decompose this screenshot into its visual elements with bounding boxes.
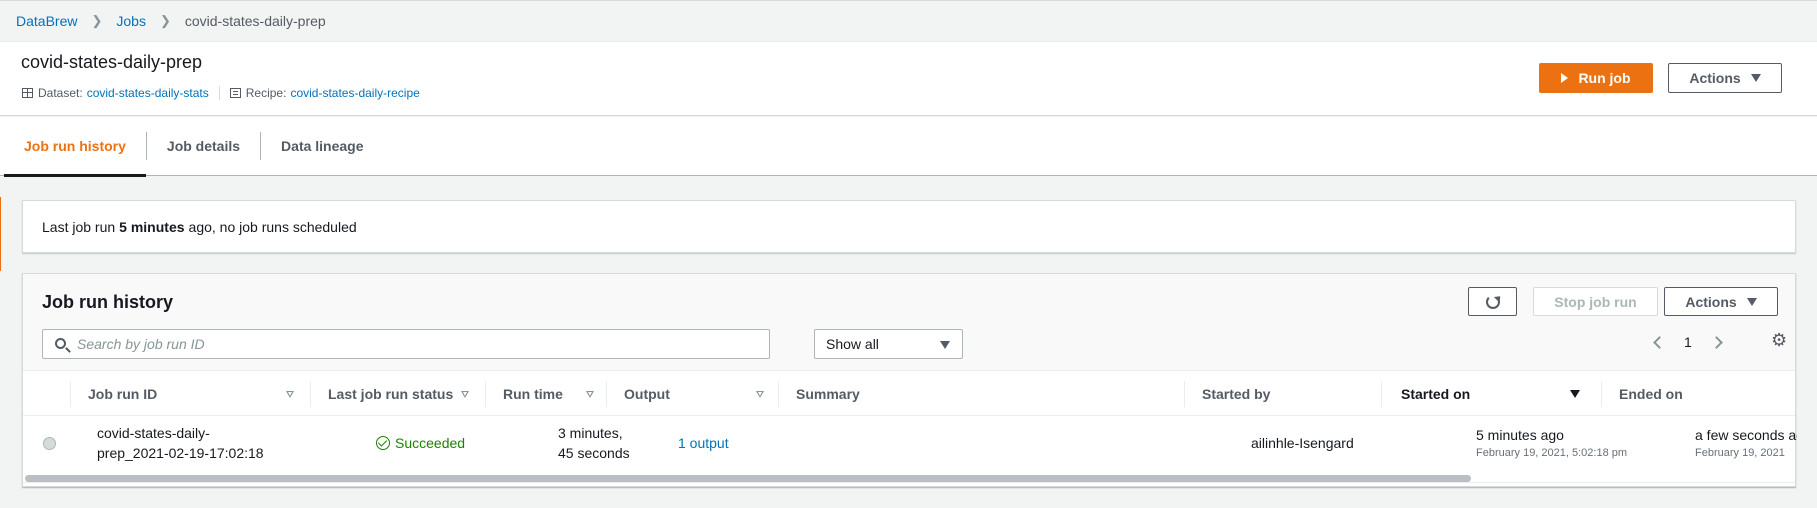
play-icon xyxy=(1561,73,1569,83)
caret-down-icon xyxy=(1750,74,1761,82)
output-link[interactable]: 1 output xyxy=(678,433,729,453)
filter-value: Show all xyxy=(826,336,879,352)
next-page-icon[interactable] xyxy=(1709,335,1723,349)
refresh-button[interactable] xyxy=(1468,287,1517,316)
page-number[interactable]: 1 xyxy=(1684,334,1692,350)
success-icon xyxy=(376,436,390,450)
meta-divider xyxy=(218,86,220,100)
row-select[interactable] xyxy=(43,416,56,470)
search-icon xyxy=(55,338,66,349)
column-label: Job run ID xyxy=(88,386,158,402)
radio-button[interactable] xyxy=(43,436,56,450)
tab-job-details[interactable]: Job details xyxy=(147,117,260,176)
cell-job-run-id: covid-states-daily- prep_2021-02-19-17:0… xyxy=(97,416,311,470)
tab-job-run-history[interactable]: Job run history xyxy=(4,117,146,177)
column-label: Run time xyxy=(503,386,563,402)
column-header-run-time[interactable]: Run time xyxy=(486,371,607,417)
panel-header: Job run history Search by job run ID Sho… xyxy=(23,274,1795,370)
panel-actions-button[interactable]: Actions xyxy=(1664,287,1778,316)
tab-data-lineage[interactable]: Data lineage xyxy=(261,117,383,176)
banner-suffix: ago, no job runs scheduled xyxy=(188,218,357,235)
column-header-output[interactable]: Output xyxy=(607,371,779,417)
sort-descending-icon[interactable] xyxy=(1570,390,1580,398)
cell-started-by: ailinhle-Isengard xyxy=(1251,435,1354,451)
cell-started-on: 5 minutes ago February 19, 2021, 5:02:18… xyxy=(1476,416,1627,470)
column-header-summary: Summary xyxy=(779,371,1185,417)
sort-icon[interactable] xyxy=(756,391,764,398)
column-label: Started on xyxy=(1401,386,1471,402)
column-label: Output xyxy=(624,386,670,402)
started-on-absolute: February 19, 2021, 5:02:18 pm xyxy=(1476,447,1628,459)
header-actions-button[interactable]: Actions xyxy=(1668,63,1782,93)
sort-icon[interactable] xyxy=(461,391,469,398)
breadcrumb-jobs[interactable]: Jobs xyxy=(116,13,146,29)
chevron-right-icon: ❯ xyxy=(159,13,171,28)
dataset-link[interactable]: covid-states-daily-stats xyxy=(87,86,209,100)
caret-down-icon xyxy=(940,341,950,349)
job-run-id-line-2: prep_2021-02-19-17:02:18 xyxy=(97,445,264,461)
pagination: 1 xyxy=(1653,334,1723,350)
tab-bar: Job run history Job details Data lineage xyxy=(0,117,1817,177)
search-input[interactable]: Search by job run ID xyxy=(42,329,770,359)
job-meta: Dataset: covid-states-daily-stats Recipe… xyxy=(22,86,420,100)
cell-output: 1 output xyxy=(678,416,729,470)
page-header: covid-states-daily-prep Dataset: covid-s… xyxy=(0,41,1817,116)
run-job-label: Run job xyxy=(1578,70,1631,86)
column-label: Ended on xyxy=(1619,386,1683,402)
sort-icon[interactable] xyxy=(586,391,594,398)
gear-icon[interactable]: ⚙ xyxy=(1771,331,1789,349)
recipe-link[interactable]: covid-states-daily-recipe xyxy=(290,86,419,100)
actions-label: Actions xyxy=(1685,293,1737,310)
breadcrumb-databrew[interactable]: DataBrew xyxy=(16,13,77,29)
column-label: Last job run status xyxy=(328,386,454,402)
last-run-banner: Last job run 5 minutes ago, no job runs … xyxy=(22,200,1796,253)
run-job-button[interactable]: Run job xyxy=(1539,63,1653,93)
table-header: Job run ID Last job run status Run time … xyxy=(23,370,1795,416)
sort-icon[interactable] xyxy=(286,391,294,398)
cell-ended-on: a few seconds ago February 19, 2021 xyxy=(1695,416,1797,470)
column-label: Summary xyxy=(796,386,860,402)
recipe-label: Recipe: xyxy=(245,86,287,100)
refresh-icon xyxy=(1485,294,1500,309)
column-header-started-on[interactable]: Started on xyxy=(1382,371,1602,417)
column-header-job-run-id[interactable]: Job run ID xyxy=(71,371,311,417)
started-on-relative: 5 minutes ago xyxy=(1476,427,1564,443)
select-column-header xyxy=(23,371,71,417)
column-label: Started by xyxy=(1202,386,1271,402)
column-header-ended-on: Ended on xyxy=(1602,371,1797,417)
banner-emphasis: 5 minutes xyxy=(119,218,185,235)
caret-down-icon xyxy=(1746,297,1757,306)
previous-page-icon[interactable] xyxy=(1653,335,1666,349)
status-text: Succeeded xyxy=(395,435,466,451)
scrollbar-thumb[interactable] xyxy=(25,475,1471,482)
job-run-id-line-1: covid-states-daily- xyxy=(97,425,210,441)
panel-title: Job run history xyxy=(42,292,174,312)
ended-on-absolute: February 19, 2021 xyxy=(1695,447,1785,459)
page-title: covid-states-daily-prep xyxy=(21,52,203,72)
chevron-right-icon: ❯ xyxy=(91,13,103,28)
stop-job-run-button[interactable]: Stop job run xyxy=(1533,287,1658,316)
status-filter-select[interactable]: Show all xyxy=(814,329,963,359)
cell-run-time: 3 minutes, 45 seconds xyxy=(558,416,630,470)
banner-prefix: Last job run xyxy=(42,218,116,235)
search-placeholder: Search by job run ID xyxy=(77,336,205,352)
run-time-line-2: 45 seconds xyxy=(558,445,630,461)
column-header-started-by: Started by xyxy=(1185,371,1382,417)
ended-on-relative: a few seconds ago xyxy=(1695,427,1797,443)
table-row[interactable]: covid-states-daily- prep_2021-02-19-17:0… xyxy=(23,416,1797,470)
table-icon xyxy=(22,88,33,98)
cell-status: Succeeded xyxy=(376,416,465,470)
column-header-status[interactable]: Last job run status xyxy=(311,371,486,417)
job-run-history-panel: Job run history Search by job run ID Sho… xyxy=(22,273,1797,487)
breadcrumb: DataBrew ❯ Jobs ❯ covid-states-daily-pre… xyxy=(0,0,1817,41)
table-bottom-border xyxy=(23,482,1795,483)
recipe-icon xyxy=(229,88,241,98)
breadcrumb-current: covid-states-daily-prep xyxy=(184,13,326,29)
run-time-line-1: 3 minutes, xyxy=(558,425,623,441)
dataset-label: Dataset: xyxy=(38,86,83,100)
actions-label: Actions xyxy=(1689,70,1741,86)
left-accent-bar xyxy=(0,197,4,271)
